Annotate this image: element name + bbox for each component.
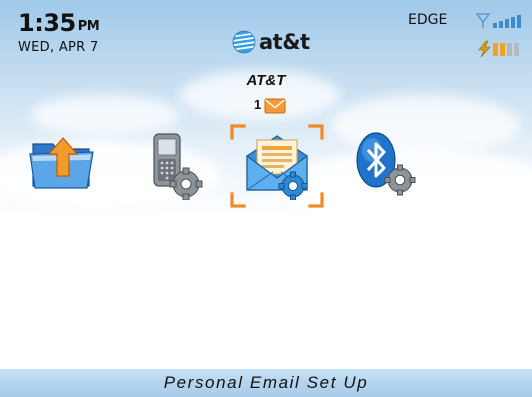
selected-app-label: Personal Email Set Up (163, 373, 369, 392)
selection-focus-frame (230, 124, 324, 208)
clock-date: WED, APR 7 (18, 40, 99, 55)
clock: 1:35 PM WED, APR 7 (18, 9, 100, 55)
att-globe-icon (232, 30, 256, 54)
bluetooth-options-icon[interactable] (350, 128, 420, 200)
carrier-logo-text: at&t (259, 30, 310, 54)
clock-time: 1:35 PM (18, 9, 100, 40)
file-transfer-icon[interactable] (27, 130, 97, 192)
home-screen: 1:35 PM WED, APR 7 at&t EDGE AT&T 1 Pers… (0, 0, 532, 397)
phone-options-icon[interactable] (148, 130, 204, 200)
operator-name: AT&T (246, 72, 286, 89)
background-cloud (30, 95, 180, 135)
time-value: 1:35 (18, 9, 76, 37)
am-pm: PM (77, 19, 100, 34)
signal-strength-icon (475, 13, 521, 28)
carrier-logo: at&t (232, 30, 310, 54)
unread-mail-icon[interactable] (264, 98, 286, 114)
unread-count: 1 (254, 97, 262, 112)
selected-app-label-bar: Personal Email Set Up (0, 369, 532, 397)
network-type: EDGE (408, 12, 448, 28)
battery-charging-icon (478, 40, 519, 58)
